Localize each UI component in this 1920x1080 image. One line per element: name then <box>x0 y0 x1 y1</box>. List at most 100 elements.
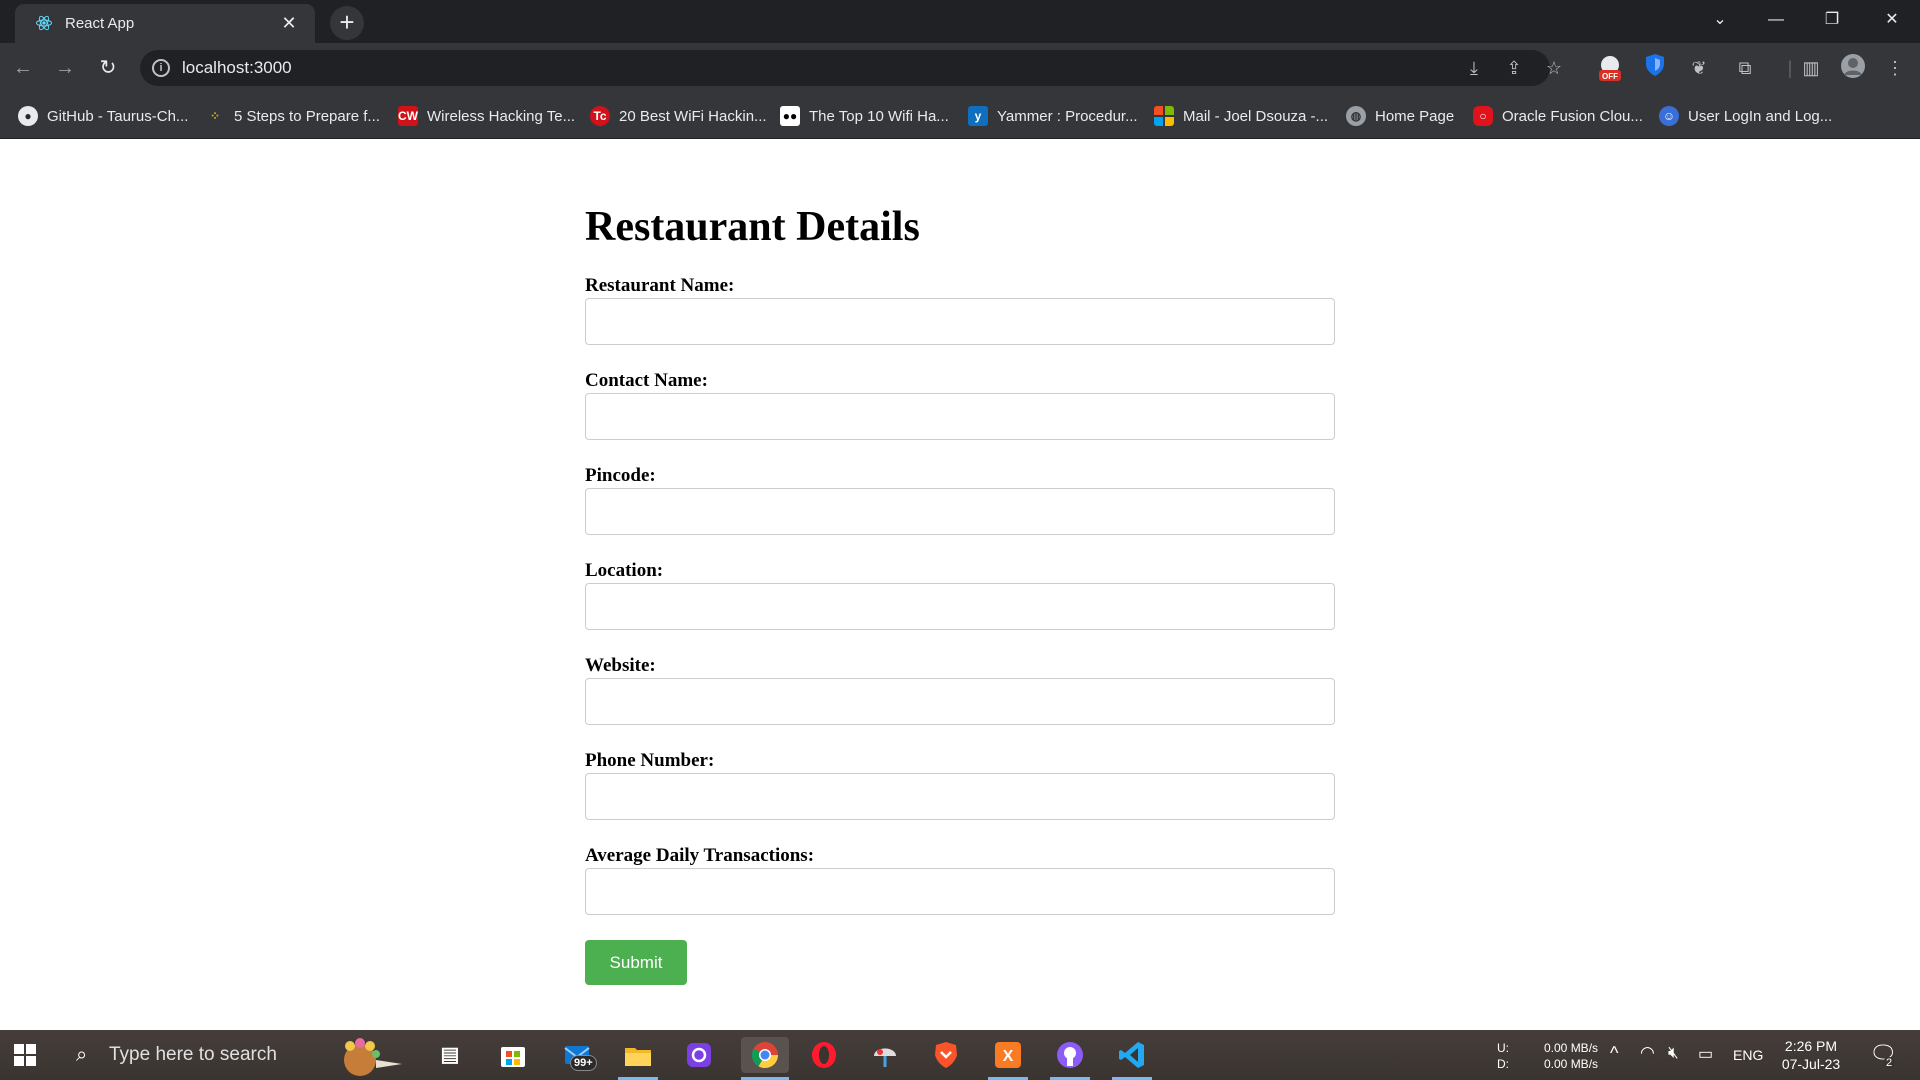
tab-search-chevron-icon[interactable]: ⌄ <box>1692 0 1748 40</box>
puzzle-extensions-icon[interactable]: ⧉ <box>1730 53 1760 83</box>
svg-text:OFF: OFF <box>1602 72 1618 81</box>
oracle-icon: ○ <box>1473 106 1493 126</box>
new-tab-button[interactable]: + <box>330 6 364 40</box>
feather-extension-icon[interactable]: ❦ <box>1684 53 1714 83</box>
page-title: Restaurant Details <box>585 204 920 250</box>
search-highlight-art-icon <box>344 1038 402 1076</box>
net-upload-speed: 0.00 MB/s <box>1544 1041 1599 1055</box>
system-clock[interactable]: 2:26 PM 07-Jul-23 <box>1771 1037 1851 1073</box>
taskbar-search-placeholder: Type here to search <box>109 1044 277 1065</box>
average-daily-transactions-input[interactable] <box>585 868 1335 915</box>
contact-name-input[interactable] <box>585 393 1335 440</box>
bookmark-item[interactable]: y Yammer : Procedur... <box>968 105 1138 127</box>
mail-icon[interactable]: 99+ <box>558 1037 598 1073</box>
shield-icon[interactable] <box>1640 53 1670 83</box>
cw-icon: CW <box>398 106 418 126</box>
purple-app-icon[interactable] <box>679 1037 719 1073</box>
bookmark-label: Mail - Joel Dsouza -... <box>1183 107 1329 125</box>
share-icon[interactable]: ⇪ <box>1502 56 1526 80</box>
extension-off-icon[interactable]: OFF <box>1595 53 1625 83</box>
browser-toolbar: ← → ↻ i localhost:3000 ⤓ ⇪ ☆ OFF ❦ ⧉ | ▥… <box>0 43 1920 93</box>
language-indicator[interactable]: ENG <box>1733 1047 1763 1063</box>
page-viewport: Restaurant Details Restaurant Name: Cont… <box>0 139 1920 1030</box>
browser-tab-strip: React App ✕ + ⌄ — ❐ ✕ <box>0 0 1920 43</box>
globe-icon: ◍ <box>1346 106 1366 126</box>
bookmark-item[interactable]: ●● The Top 10 Wifi Ha... <box>780 105 949 127</box>
wifi-icon[interactable]: ◠ <box>1640 1043 1655 1063</box>
bookmark-item[interactable]: ● GitHub - Taurus-Ch... <box>18 105 188 127</box>
phone-number-field-group: Phone Number: <box>585 750 1335 820</box>
browser-tab-react-app[interactable]: React App ✕ <box>15 4 315 43</box>
net-download-speed: 0.00 MB/s <box>1544 1057 1599 1071</box>
pincode-input[interactable] <box>585 488 1335 535</box>
install-app-icon[interactable]: ⤓ <box>1462 56 1486 80</box>
bookmark-label: User LogIn and Log... <box>1688 107 1833 125</box>
github-desktop-icon[interactable] <box>1050 1037 1090 1080</box>
vscode-icon[interactable] <box>1112 1037 1152 1080</box>
speaker-muted-icon[interactable]: 🔇︎ <box>1668 1043 1679 1063</box>
snipping-tool-icon[interactable] <box>865 1037 905 1073</box>
clock-time: 2:26 PM <box>1784 1038 1838 1054</box>
file-explorer-icon[interactable] <box>618 1037 658 1080</box>
average-daily-transactions-label: Average Daily Transactions: <box>585 845 815 866</box>
brave-icon[interactable] <box>926 1037 966 1073</box>
location-field-group: Location: <box>585 560 1335 630</box>
site-info-icon[interactable]: i <box>152 59 170 77</box>
task-view-icon[interactable]: ▤ <box>430 1037 470 1073</box>
phone-number-input[interactable] <box>585 773 1335 820</box>
average-daily-transactions-field-group: Average Daily Transactions: <box>585 845 1335 915</box>
bookmark-item[interactable]: Mail - Joel Dsouza -... <box>1154 105 1328 127</box>
submit-button[interactable]: Submit <box>585 940 687 985</box>
user-login-icon: ☺ <box>1659 106 1679 126</box>
restaurant-name-label: Restaurant Name: <box>585 275 735 296</box>
address-text[interactable]: localhost:3000 <box>182 58 292 78</box>
bookmark-star-icon[interactable]: ☆ <box>1542 56 1566 80</box>
phone-number-label: Phone Number: <box>585 750 715 771</box>
opera-icon[interactable] <box>804 1037 844 1073</box>
minimize-icon[interactable]: — <box>1748 0 1804 40</box>
tc-icon: Tc <box>590 106 610 126</box>
bookmark-label: GitHub - Taurus-Ch... <box>47 107 189 125</box>
bookmark-item[interactable]: ⁘ 5 Steps to Prepare f... <box>205 105 380 127</box>
react-icon <box>36 15 52 31</box>
bookmark-item[interactable]: CW Wireless Hacking Te... <box>398 105 575 127</box>
chrome-menu-icon[interactable]: ⋮ <box>1880 53 1910 83</box>
website-label: Website: <box>585 655 656 676</box>
reload-icon[interactable]: ↻ <box>95 55 121 81</box>
bookmark-label: The Top 10 Wifi Ha... <box>809 107 949 125</box>
bookmark-item[interactable]: ○ Oracle Fusion Clou... <box>1473 105 1643 127</box>
tab-close-icon[interactable]: ✕ <box>277 11 301 35</box>
windows-start-icon[interactable] <box>14 1044 36 1066</box>
bookmark-item[interactable]: ☺ User LogIn and Log... <box>1659 105 1832 127</box>
side-panel-icon[interactable]: ▥ <box>1796 53 1826 83</box>
tab-title: React App <box>65 15 135 32</box>
restore-icon[interactable]: ❐ <box>1804 0 1860 40</box>
chrome-icon[interactable] <box>741 1037 789 1080</box>
bookmark-item[interactable]: ◍ Home Page <box>1346 105 1454 127</box>
location-label: Location: <box>585 560 664 581</box>
address-bar[interactable]: i localhost:3000 ⤓ ⇪ ☆ <box>140 50 1562 86</box>
location-input[interactable] <box>585 583 1335 630</box>
microsoft-store-icon[interactable] <box>493 1037 533 1073</box>
clock-date: 07-Jul-23 <box>1781 1056 1841 1072</box>
profile-avatar[interactable] <box>1838 53 1868 83</box>
github-icon: ● <box>18 106 38 126</box>
close-window-icon[interactable]: ✕ <box>1864 0 1920 40</box>
windows-taskbar: ⌕ Type here to search ▤ 99+ X U: D: 0.00… <box>0 1030 1920 1080</box>
pincode-field-group: Pincode: <box>585 465 1335 535</box>
contact-name-field-group: Contact Name: <box>585 370 1335 440</box>
restaurant-name-field-group: Restaurant Name: <box>585 275 1335 345</box>
medium-icon: ●● <box>780 106 800 126</box>
svg-text:X: X <box>1003 1048 1014 1065</box>
net-download-label: D: <box>1497 1057 1509 1071</box>
xampp-icon[interactable]: X <box>988 1037 1028 1080</box>
taskbar-search-box[interactable]: ⌕ Type here to search <box>60 1030 420 1080</box>
forward-arrow-icon[interactable]: → <box>52 55 78 81</box>
back-arrow-icon[interactable]: ← <box>10 55 36 81</box>
website-input[interactable] <box>585 678 1335 725</box>
bookmark-item[interactable]: Tc 20 Best WiFi Hackin... <box>590 105 767 127</box>
notification-count-badge: 2 <box>1883 1057 1896 1069</box>
chevron-up-icon[interactable]: ^ <box>1610 1043 1618 1064</box>
battery-icon[interactable]: ▭ <box>1698 1044 1713 1064</box>
restaurant-name-input[interactable] <box>585 298 1335 345</box>
